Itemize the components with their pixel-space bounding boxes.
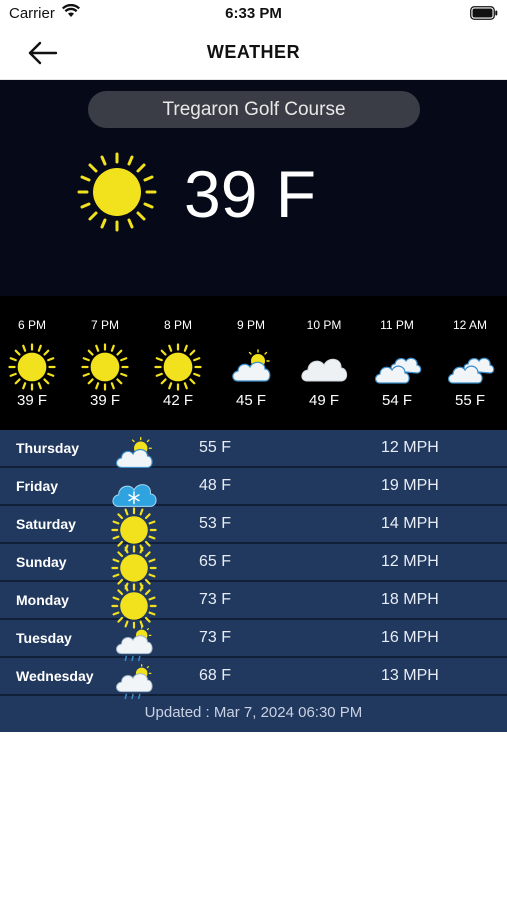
status-bar: Carrier 6:33 PM — [0, 0, 507, 26]
hour-temperature: 55 F — [454, 392, 485, 409]
clock-label: 6:33 PM — [225, 5, 282, 22]
daily-row: Monday 73 F 18 MPH — [0, 582, 507, 629]
day-name: Tuesday — [16, 630, 72, 646]
hour-temperature: 39 F — [16, 392, 47, 409]
day-wind-speed: 19 MPH — [381, 477, 439, 494]
day-name: Friday — [16, 478, 59, 494]
current-weather-panel: Tregaron Golf Course 39 F — [0, 80, 507, 296]
daily-row: Tuesday 73 F 16 MPH — [0, 620, 507, 662]
hour-label: 9 PM — [236, 318, 265, 332]
hour-label: 8 PM — [163, 318, 192, 332]
hour-label: 6 PM — [17, 318, 46, 332]
day-wind-speed: 16 MPH — [381, 629, 439, 646]
day-name: Monday — [16, 592, 69, 608]
day-wind-speed: 12 MPH — [381, 439, 439, 456]
day-temperature: 53 F — [199, 515, 232, 532]
last-updated-label: Updated : Mar 7, 2024 06:30 PM — [144, 704, 363, 721]
current-temperature: 39 F — [184, 157, 317, 231]
daily-row: Thursday 55 F 12 MPH — [0, 430, 507, 469]
day-wind-speed: 12 MPH — [381, 553, 439, 570]
hourly-item: 9 PM 45 F — [219, 296, 283, 430]
page-title: WEATHER — [206, 42, 301, 62]
day-wind-speed: 18 MPH — [381, 591, 439, 608]
hour-label: 7 PM — [90, 318, 119, 332]
day-temperature: 73 F — [199, 591, 232, 608]
hour-temperature: 49 F — [308, 392, 339, 409]
hour-temperature: 39 F — [89, 392, 120, 409]
day-temperature: 48 F — [199, 477, 232, 494]
nav-bar: WEATHER — [0, 26, 507, 80]
sun-icon — [153, 342, 203, 397]
day-temperature: 65 F — [199, 553, 232, 570]
day-wind-speed: 14 MPH — [381, 515, 439, 532]
clouds-icon — [445, 342, 495, 397]
battery-icon — [470, 6, 498, 25]
partly-cloudy-icon — [226, 342, 276, 397]
hour-label: 11 PM — [380, 318, 414, 332]
day-wind-speed: 13 MPH — [381, 667, 439, 684]
hour-temperature: 54 F — [381, 392, 412, 409]
hourly-item: 6 PM 39 F — [0, 296, 64, 430]
day-name: Thursday — [16, 440, 80, 456]
hour-temperature: 45 F — [235, 392, 266, 409]
hour-label: 10 PM — [306, 318, 342, 332]
sun-icon — [7, 342, 57, 397]
day-temperature: 73 F — [199, 629, 232, 646]
day-name: Wednesday — [16, 668, 94, 684]
cloud-icon — [299, 342, 349, 397]
hourly-item: 7 PM 39 F — [73, 296, 137, 430]
hourly-item: 10 PM 49 F — [292, 296, 356, 430]
partly-cloudy-icon — [110, 430, 158, 483]
hour-temperature: 42 F — [162, 392, 193, 409]
daily-row: Wednesday 68 F 13 MPH — [0, 658, 507, 700]
day-name: Sunday — [16, 554, 67, 570]
daily-forecast: Wednesday 68 F 13 MPH Tuesday 73 F 16 MPH Mond… — [0, 430, 507, 732]
sun-icon — [80, 342, 130, 397]
hourly-item: 12 AM 55 F — [438, 296, 502, 430]
daily-row: Sunday 65 F 12 MPH — [0, 544, 507, 591]
hourly-item: 8 PM 42 F — [146, 296, 210, 430]
location-selector[interactable]: Tregaron Golf Course — [88, 91, 420, 128]
hourly-forecast: 6 PM 39 F 7 PM 39 F 8 PM 42 F 9 PM 45 F 10 PM 49 … — [0, 296, 507, 430]
sun-icon — [77, 152, 157, 237]
hour-label: 12 AM — [452, 318, 488, 332]
day-temperature: 55 F — [199, 439, 232, 456]
clouds-icon — [372, 342, 422, 397]
daily-row: Saturday 53 F 14 MPH — [0, 506, 507, 553]
hourly-item: 11 PM 54 F — [365, 296, 429, 430]
day-name: Saturday — [16, 516, 76, 532]
daily-row: Friday 48 F 19 MPH — [0, 468, 507, 507]
day-temperature: 68 F — [199, 667, 232, 684]
